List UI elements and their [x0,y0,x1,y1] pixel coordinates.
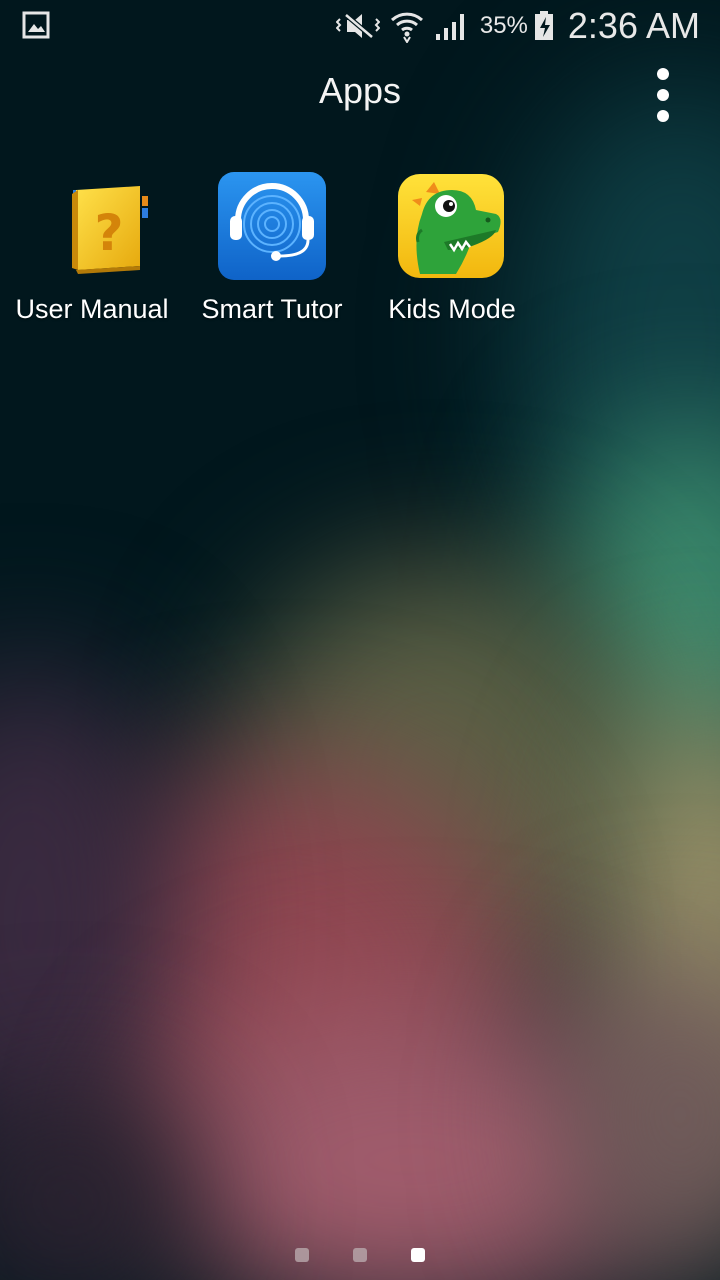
battery-charging-icon [534,11,554,41]
vibrate-mute-icon [335,11,380,41]
app-user-manual[interactable]: ? User Manual [2,170,182,330]
app-label: User Manual [15,294,169,324]
user-manual-icon: ? [36,170,148,282]
app-label: Kids Mode [388,294,516,324]
home-screen: 35% 2:36 AM Apps ? User Manual Smart Tut… [0,0,720,1280]
signal-icon [434,10,470,42]
page-indicator [0,1248,720,1262]
svg-text:?: ? [94,204,123,262]
status-icons: 35% 2:36 AM [335,5,700,46]
page-dot-2[interactable] [353,1248,367,1262]
app-smart-tutor[interactable]: Smart Tutor [182,170,362,330]
app-label: Smart Tutor [201,294,343,324]
clock: 2:36 AM [567,5,700,46]
kids-mode-icon [396,170,508,282]
overflow-menu-dot [657,110,669,122]
overflow-menu-icon [657,68,669,80]
battery-percent: 35% [479,12,528,39]
gallery-icon [22,11,50,39]
status-bar: 35% 2:36 AM [0,0,720,52]
smart-tutor-icon [216,170,328,282]
page-title: Apps [318,70,402,111]
overflow-menu-button[interactable] [650,68,676,122]
page-dot-1[interactable] [295,1248,309,1262]
overflow-menu-dot [657,89,669,101]
app-drawer-header: Apps [0,52,720,132]
wifi-icon [390,9,424,43]
page-dot-3-active[interactable] [411,1248,425,1262]
app-kids-mode[interactable]: Kids Mode [362,170,542,330]
